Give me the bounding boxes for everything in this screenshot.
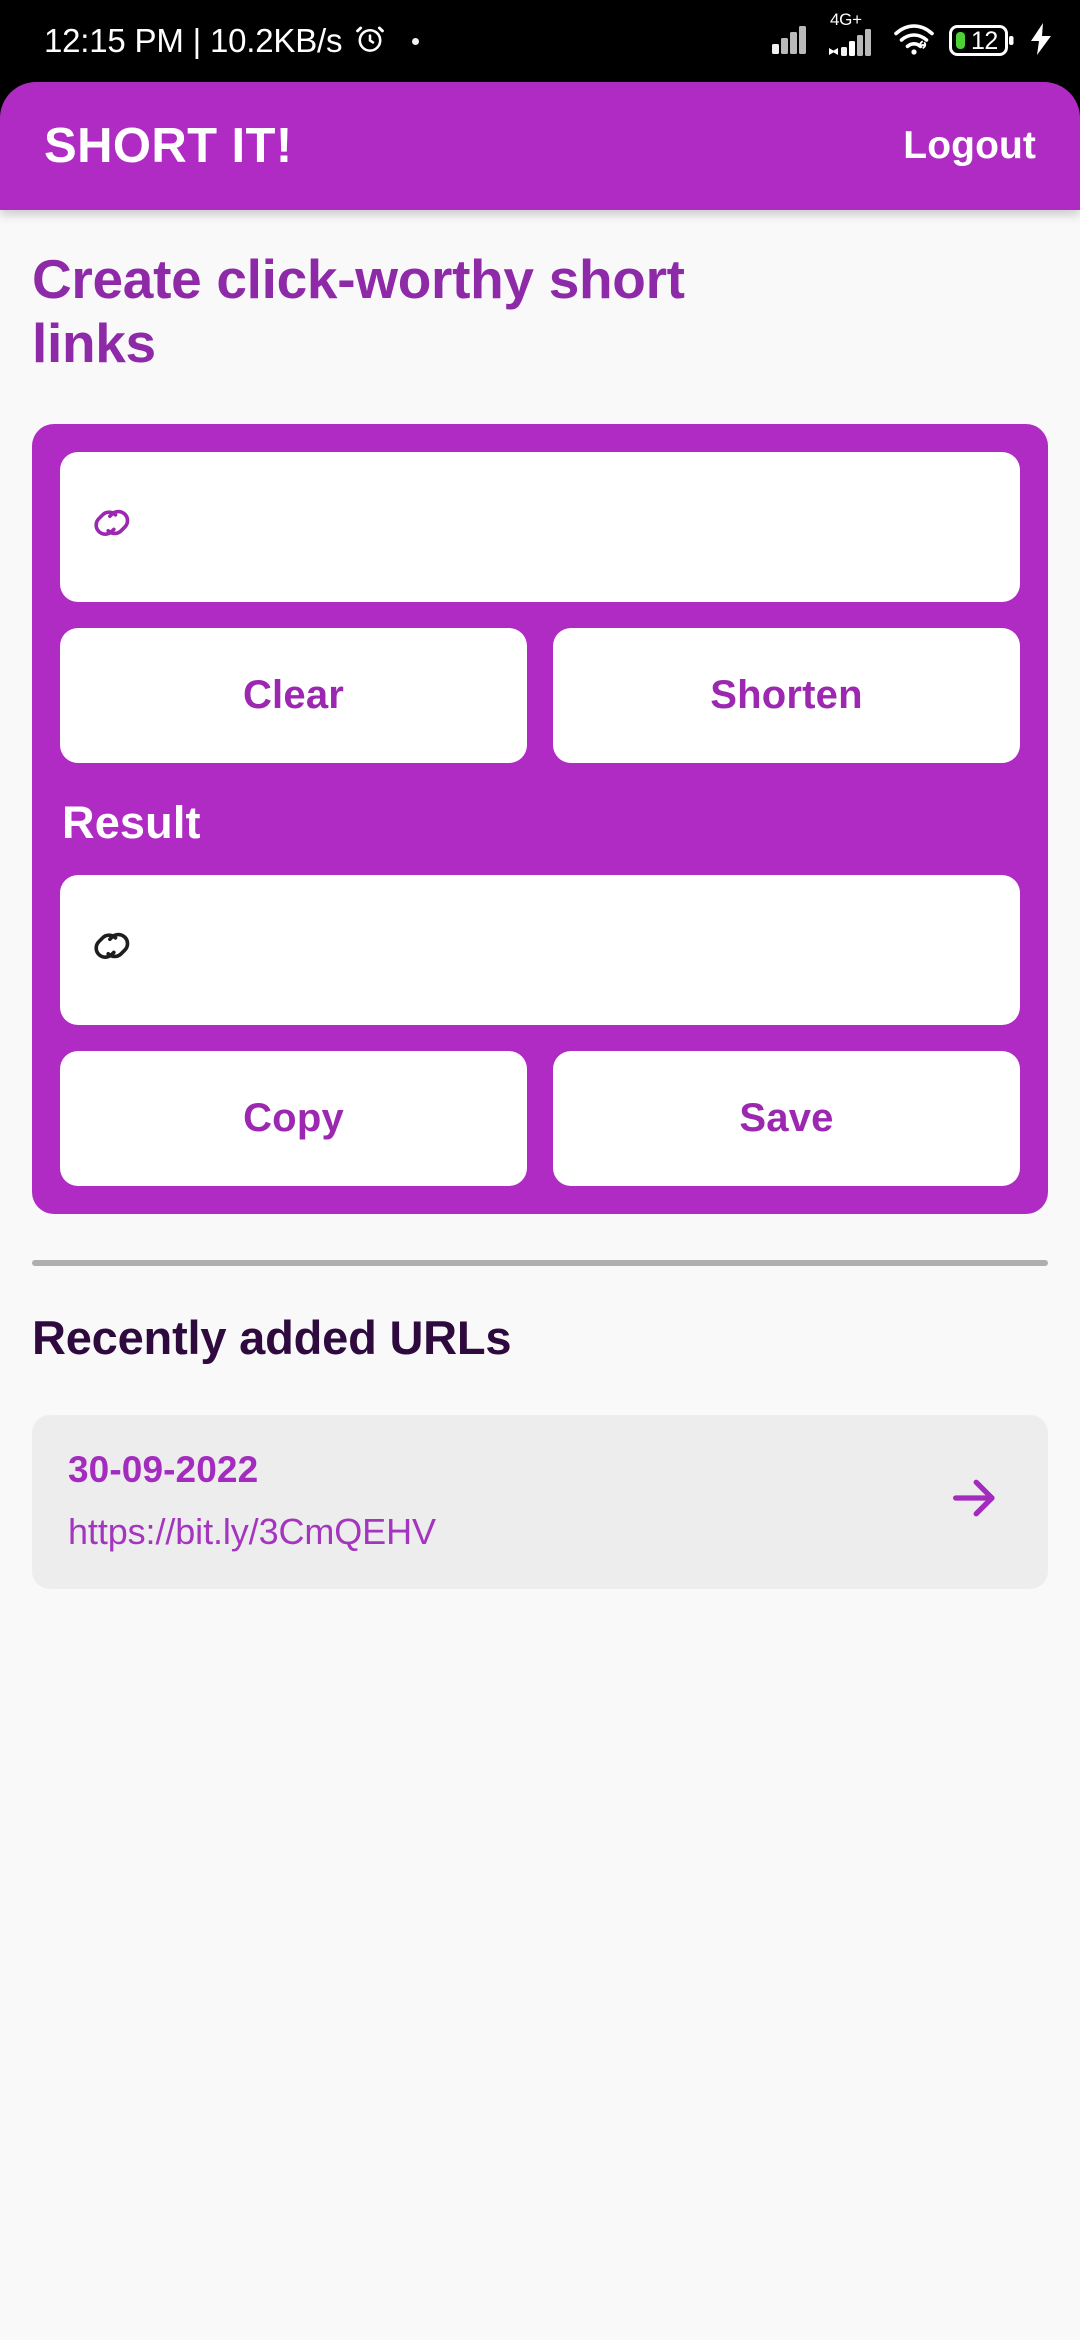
- battery-icon: 12: [949, 24, 1015, 58]
- status-clock: 12:15 PM | 10.2KB/s: [44, 22, 343, 59]
- page-heading: Create click-worthy short links: [32, 248, 685, 374]
- logout-button[interactable]: Logout: [903, 124, 1036, 168]
- url-input-field[interactable]: [60, 451, 1020, 602]
- notification-dot-icon: [412, 37, 420, 45]
- list-item-text: 30-09-2022 https://bit.ly/3CmQEHV: [68, 1449, 436, 1553]
- recent-section-heading: Recently added URLs: [32, 1310, 512, 1364]
- status-bar-right: 4G+ 12: [772, 10, 1054, 61]
- status-bar-left: 12:15 PM | 10.2KB/s: [44, 22, 420, 61]
- clear-button[interactable]: Clear: [60, 627, 527, 763]
- status-bar: 12:15 PM | 10.2KB/s 4G+ 12: [0, 0, 1080, 82]
- wifi-icon: [892, 23, 936, 60]
- shorten-card: Clear Shorten Result Copy Save: [32, 423, 1048, 1214]
- main-content: Create click-worthy short links Clear Sh…: [0, 210, 1080, 2340]
- url-input[interactable]: [158, 451, 990, 602]
- primary-button-row: Clear Shorten: [60, 627, 1020, 763]
- app-title: SHORT IT!: [44, 119, 293, 173]
- signal-bars-icon: [772, 24, 814, 59]
- network-type-label: 4G+: [830, 10, 862, 29]
- result-field[interactable]: [60, 874, 1020, 1025]
- shorten-button[interactable]: Shorten: [553, 627, 1020, 763]
- alarm-icon: [353, 22, 387, 61]
- link-icon: [90, 501, 136, 552]
- recent-url-list: 30-09-2022 https://bit.ly/3CmQEHV: [32, 1414, 1048, 1589]
- arrow-right-icon[interactable]: [946, 1469, 1004, 1532]
- list-item[interactable]: 30-09-2022 https://bit.ly/3CmQEHV: [32, 1414, 1048, 1589]
- secondary-button-row: Copy Save: [60, 1050, 1020, 1186]
- phone-screen: 12:15 PM | 10.2KB/s 4G+ 12 SHORT IT! Log…: [0, 0, 1080, 2340]
- url-link: https://bit.ly/3CmQEHV: [68, 1510, 436, 1552]
- result-label: Result: [62, 796, 201, 848]
- signal-bars-icon-sim2: 4G+: [827, 10, 879, 56]
- battery-level-label: 12: [971, 27, 998, 55]
- url-date: 30-09-2022: [68, 1448, 259, 1490]
- link-icon: [90, 924, 136, 975]
- save-button[interactable]: Save: [553, 1050, 1020, 1186]
- result-input[interactable]: [158, 874, 990, 1025]
- charging-bolt-icon: [1028, 22, 1054, 61]
- app-bar: SHORT IT! Logout: [0, 82, 1080, 210]
- copy-button[interactable]: Copy: [60, 1050, 527, 1186]
- section-divider: [32, 1259, 1048, 1266]
